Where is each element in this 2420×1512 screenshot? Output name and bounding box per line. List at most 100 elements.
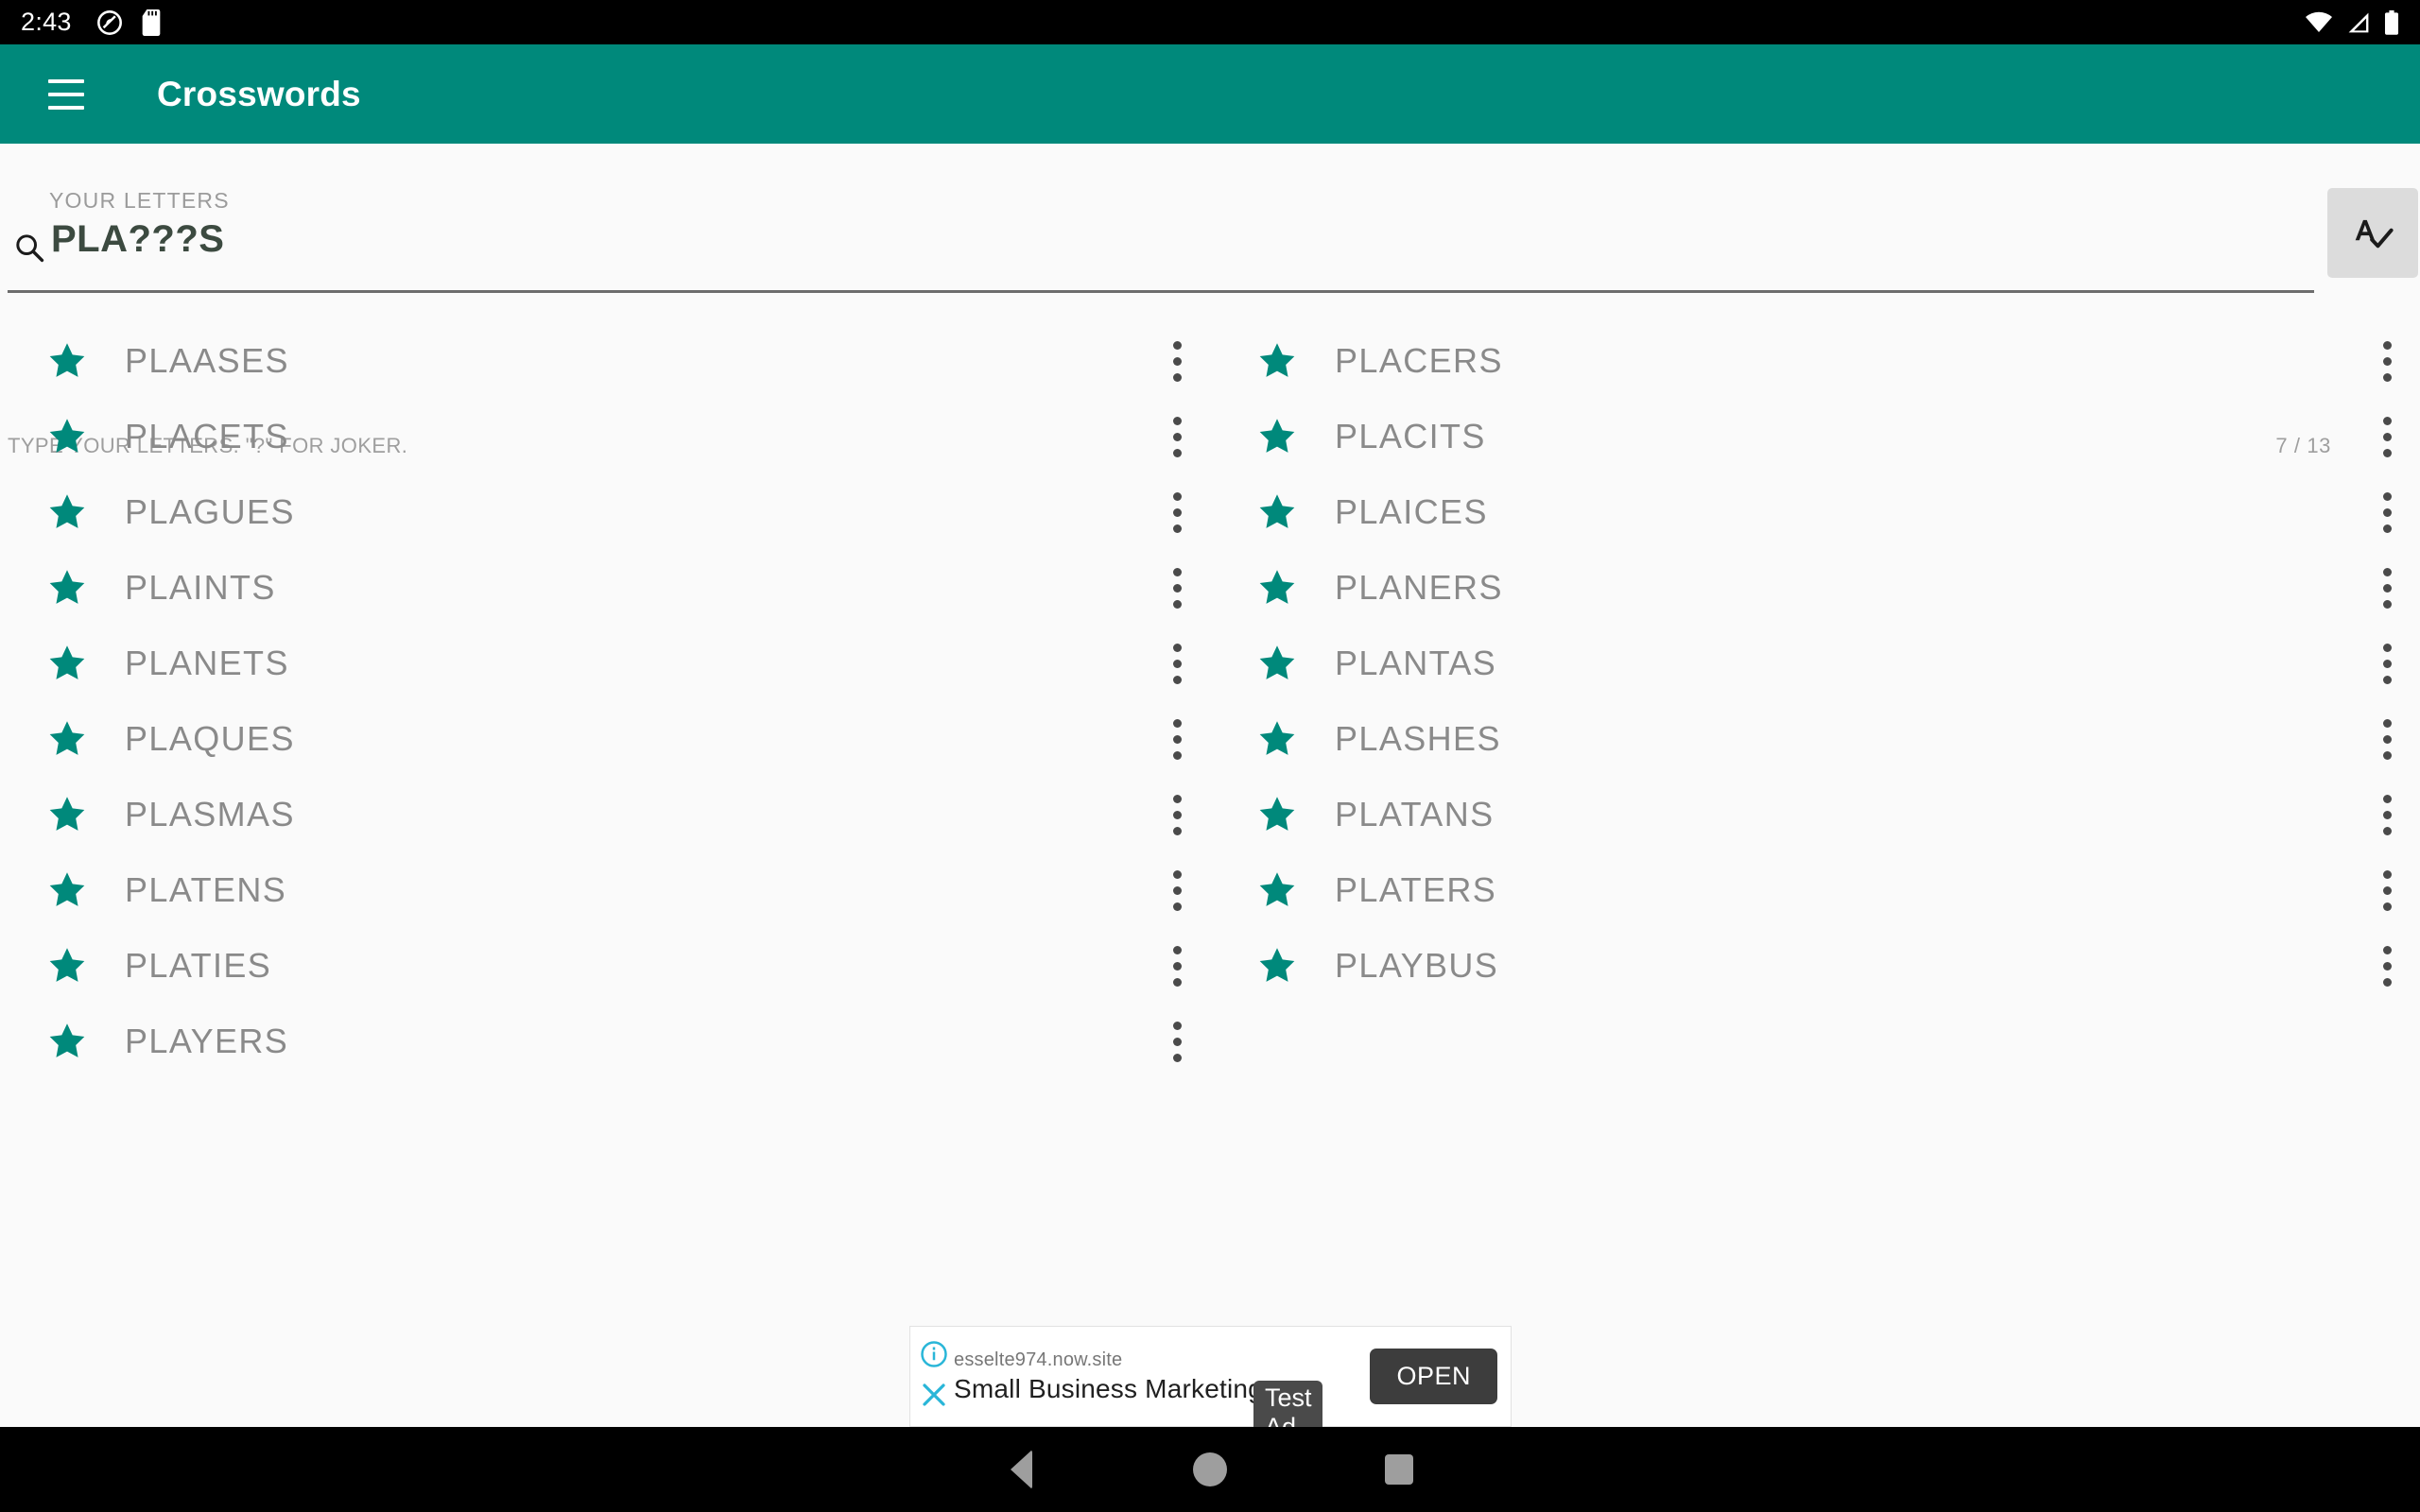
close-icon[interactable] <box>920 1381 948 1414</box>
dot <box>1172 1037 1182 1046</box>
more-vertical-icon[interactable] <box>1161 1016 1193 1067</box>
more-vertical-icon[interactable] <box>2371 865 2403 916</box>
dot <box>2382 869 2392 879</box>
more-vertical-icon[interactable] <box>1161 335 1193 387</box>
list-item[interactable]: PLAYERS <box>0 1004 1210 1079</box>
ad-banner[interactable]: esselte974.now.site Small Business Marke… <box>909 1326 1512 1447</box>
more-vertical-icon[interactable] <box>2371 562 2403 613</box>
dot <box>1172 416 1182 425</box>
star-icon[interactable] <box>45 415 89 458</box>
star-icon[interactable] <box>1255 415 1299 458</box>
dot <box>1172 885 1182 895</box>
dot <box>1172 659 1182 668</box>
list-item[interactable]: PLACITS <box>1210 399 2420 474</box>
list-item[interactable]: PLANERS <box>1210 550 2420 626</box>
list-item[interactable]: PLAQUES <box>0 701 1210 777</box>
star-icon[interactable] <box>45 490 89 534</box>
list-item[interactable]: PLAYBUS <box>1210 928 2420 1004</box>
list-item[interactable]: PLATANS <box>1210 777 2420 852</box>
star-icon[interactable] <box>45 868 89 912</box>
search-label: YOUR LETTERS <box>49 188 230 213</box>
dot <box>1172 961 1182 971</box>
star-icon[interactable] <box>1255 868 1299 912</box>
star-icon[interactable] <box>1255 339 1299 383</box>
hamburger-bar <box>48 105 84 110</box>
more-vertical-icon[interactable] <box>1161 411 1193 462</box>
dot <box>1172 1021 1182 1030</box>
more-vertical-icon[interactable] <box>2371 638 2403 689</box>
dot <box>2382 675 2392 684</box>
search-input[interactable]: PLA???S <box>51 218 224 261</box>
sd-card-icon <box>140 9 163 36</box>
info-circle-icon[interactable] <box>920 1340 948 1373</box>
dot <box>2382 448 2392 457</box>
search-icon <box>13 232 45 268</box>
more-vertical-icon[interactable] <box>2371 487 2403 538</box>
more-vertical-icon[interactable] <box>1161 562 1193 613</box>
spellcheck-icon[interactable] <box>2327 188 2418 278</box>
star-icon[interactable] <box>1255 793 1299 836</box>
more-vertical-icon[interactable] <box>1161 487 1193 538</box>
more-vertical-icon[interactable] <box>1161 638 1193 689</box>
nav-home-button[interactable] <box>1115 1427 1305 1512</box>
dot <box>2382 810 2392 819</box>
back-triangle-icon <box>1010 1450 1032 1489</box>
dot <box>1172 372 1182 382</box>
word-label: PLACITS <box>1335 417 1486 455</box>
star-icon[interactable] <box>45 566 89 610</box>
nav-recents-button[interactable] <box>1305 1427 1494 1512</box>
word-label: PLAYERS <box>125 1022 289 1060</box>
list-item[interactable]: PLATIES <box>0 928 1210 1004</box>
word-label: PLATENS <box>125 870 287 909</box>
dot <box>2382 734 2392 744</box>
star-icon[interactable] <box>45 1020 89 1063</box>
dot <box>2382 356 2392 366</box>
dot <box>1172 356 1182 366</box>
ad-open-button[interactable]: OPEN <box>1370 1349 1497 1404</box>
more-vertical-icon[interactable] <box>1161 865 1193 916</box>
star-icon[interactable] <box>1255 490 1299 534</box>
more-vertical-icon[interactable] <box>2371 713 2403 765</box>
list-item[interactable]: PLATERS <box>1210 852 2420 928</box>
word-label: PLAQUES <box>125 719 295 758</box>
star-icon[interactable] <box>1255 717 1299 761</box>
dot <box>1172 750 1182 760</box>
star-icon[interactable] <box>45 717 89 761</box>
star-icon[interactable] <box>45 339 89 383</box>
word-label: PLATERS <box>1335 870 1497 909</box>
list-item[interactable]: PLANTAS <box>1210 626 2420 701</box>
star-icon[interactable] <box>1255 944 1299 988</box>
list-item[interactable]: PLAINTS <box>0 550 1210 626</box>
more-vertical-icon[interactable] <box>1161 713 1193 765</box>
word-label: PLASHES <box>1335 719 1501 758</box>
star-icon[interactable] <box>1255 566 1299 610</box>
list-item[interactable]: PLACERS <box>1210 323 2420 399</box>
more-vertical-icon[interactable] <box>1161 789 1193 840</box>
dot <box>2382 583 2392 593</box>
star-icon[interactable] <box>45 793 89 836</box>
nav-back-button[interactable] <box>926 1427 1115 1512</box>
more-vertical-icon[interactable] <box>2371 789 2403 840</box>
more-vertical-icon[interactable] <box>2371 411 2403 462</box>
search-input-row[interactable]: PLA???S <box>0 215 2330 296</box>
word-label: PLAYBUS <box>1335 946 1499 985</box>
list-item[interactable]: PLAICES <box>1210 474 2420 550</box>
status-bar: 2:43 <box>0 0 2420 44</box>
list-item[interactable]: PLAASES <box>0 323 1210 399</box>
list-item[interactable]: PLASHES <box>1210 701 2420 777</box>
star-icon[interactable] <box>45 944 89 988</box>
hamburger-menu-icon[interactable] <box>30 59 102 130</box>
more-vertical-icon[interactable] <box>2371 940 2403 991</box>
list-item[interactable]: PLANETS <box>0 626 1210 701</box>
word-label: PLAINTS <box>125 568 276 607</box>
star-icon[interactable] <box>45 642 89 685</box>
list-item[interactable]: PLAGUES <box>0 474 1210 550</box>
list-item[interactable]: PLASMAS <box>0 777 1210 852</box>
list-item[interactable]: PLACETS <box>0 399 1210 474</box>
list-item[interactable]: PLATENS <box>0 852 1210 928</box>
more-vertical-icon[interactable] <box>1161 940 1193 991</box>
results-column-right: PLACERS PLACITS PLAICES PLANERS PLANTAS <box>1210 323 2420 1004</box>
dot <box>1172 567 1182 576</box>
star-icon[interactable] <box>1255 642 1299 685</box>
more-vertical-icon[interactable] <box>2371 335 2403 387</box>
